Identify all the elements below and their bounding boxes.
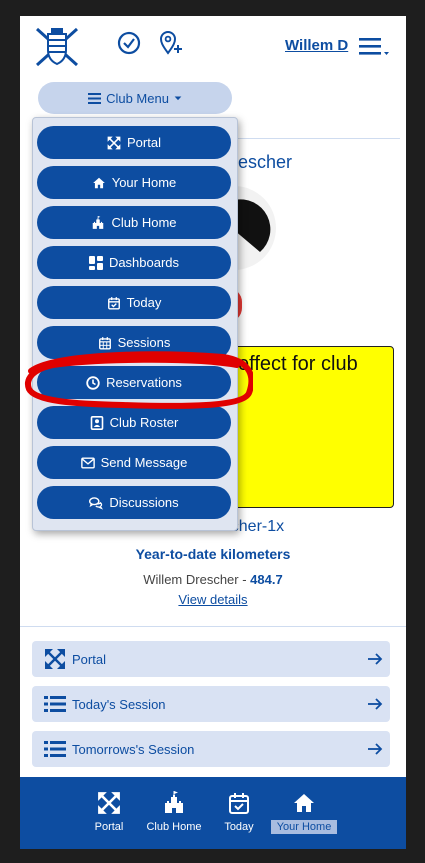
app-screen: Willem D Club Menu rescher effect for cl… xyxy=(20,16,406,849)
annotation-circle xyxy=(25,351,253,409)
menu-item-today[interactable]: Today xyxy=(37,286,231,319)
quick-link-todays-session[interactable]: Today's Session xyxy=(32,686,390,722)
hamburger-icon[interactable] xyxy=(359,36,389,58)
divider xyxy=(20,626,406,627)
check-circle-icon[interactable] xyxy=(116,30,142,56)
list-icon xyxy=(44,696,66,712)
bottom-nav: Portal Club Home Today Your Home xyxy=(20,777,406,849)
map-pin-plus-icon[interactable] xyxy=(158,30,184,56)
menu-item-label: Club Roster xyxy=(109,415,179,430)
castle-icon xyxy=(93,215,104,229)
list-icon xyxy=(44,741,66,757)
nav-label: Today xyxy=(224,821,254,833)
stat-value: 484.7 xyxy=(250,572,283,587)
stat-separator: - xyxy=(238,572,251,587)
calendar-check-icon xyxy=(229,793,249,814)
nav-label: Your Home xyxy=(270,820,338,834)
caret-down-icon xyxy=(174,96,182,101)
castle-icon xyxy=(165,791,183,813)
dashboard-icon xyxy=(88,255,103,270)
nav-label: Club Home xyxy=(146,821,202,833)
quick-link-tomorrows-session[interactable]: Tomorrows's Session xyxy=(32,731,390,767)
arrow-right-icon xyxy=(368,653,383,665)
view-details-link[interactable]: View details xyxy=(20,592,406,607)
expand-arrows-icon xyxy=(107,136,121,149)
arrow-right-icon xyxy=(368,698,383,710)
menu-item-label: Sessions xyxy=(117,335,171,350)
ytd-title: Year-to-date kilometers xyxy=(135,546,291,562)
quick-link-portal[interactable]: Portal xyxy=(32,641,390,677)
quick-link-label: Tomorrows's Session xyxy=(72,741,195,757)
quick-link-label: Portal xyxy=(72,651,106,667)
menu-item-send-message[interactable]: Send Message xyxy=(37,446,231,479)
menu-item-label: Discussions xyxy=(109,495,179,510)
arrow-right-icon xyxy=(368,743,383,755)
divider xyxy=(230,138,400,139)
home-icon xyxy=(294,794,314,812)
calendar-grid-icon xyxy=(98,336,111,350)
envelope-icon xyxy=(80,456,95,469)
menu-item-label: Portal xyxy=(127,135,161,150)
club-menu-label: Club Menu xyxy=(106,90,169,106)
menu-item-dashboards[interactable]: Dashboards xyxy=(37,246,231,279)
nav-your-home[interactable]: Your Home xyxy=(264,791,344,834)
notice-text: effect for club xyxy=(238,353,358,375)
expand-arrows-icon xyxy=(45,649,65,669)
bars-icon xyxy=(88,92,102,104)
club-logo[interactable] xyxy=(34,26,80,68)
menu-item-portal[interactable]: Portal xyxy=(37,126,231,159)
stat-name: Willem Drescher xyxy=(143,572,239,587)
ytd-stat: Willem Drescher - 484.7 xyxy=(20,572,406,587)
calendar-check-icon xyxy=(107,296,120,310)
expand-arrows-icon xyxy=(98,792,120,814)
nav-label: Portal xyxy=(94,821,124,833)
quick-link-label: Today's Session xyxy=(72,696,166,712)
menu-item-label: Dashboards xyxy=(108,255,180,270)
menu-item-label: Club Home xyxy=(111,215,177,230)
user-name-link[interactable]: Willem D xyxy=(285,37,348,54)
comments-icon xyxy=(89,496,104,510)
menu-item-label: Today xyxy=(126,295,162,310)
avatar xyxy=(234,186,276,270)
club-menu-dropdown: Portal Your Home Club Home Dashboards To… xyxy=(32,117,238,531)
home-icon xyxy=(92,177,105,188)
menu-item-label: Send Message xyxy=(100,455,188,470)
member-name-heading: rescher xyxy=(232,152,293,172)
menu-item-discussions[interactable]: Discussions xyxy=(37,486,231,519)
contact-card-icon xyxy=(90,415,103,430)
menu-item-label: Your Home xyxy=(111,175,177,190)
club-menu-button[interactable]: Club Menu xyxy=(38,82,232,114)
menu-item-your-home[interactable]: Your Home xyxy=(37,166,231,199)
menu-item-club-home[interactable]: Club Home xyxy=(37,206,231,239)
